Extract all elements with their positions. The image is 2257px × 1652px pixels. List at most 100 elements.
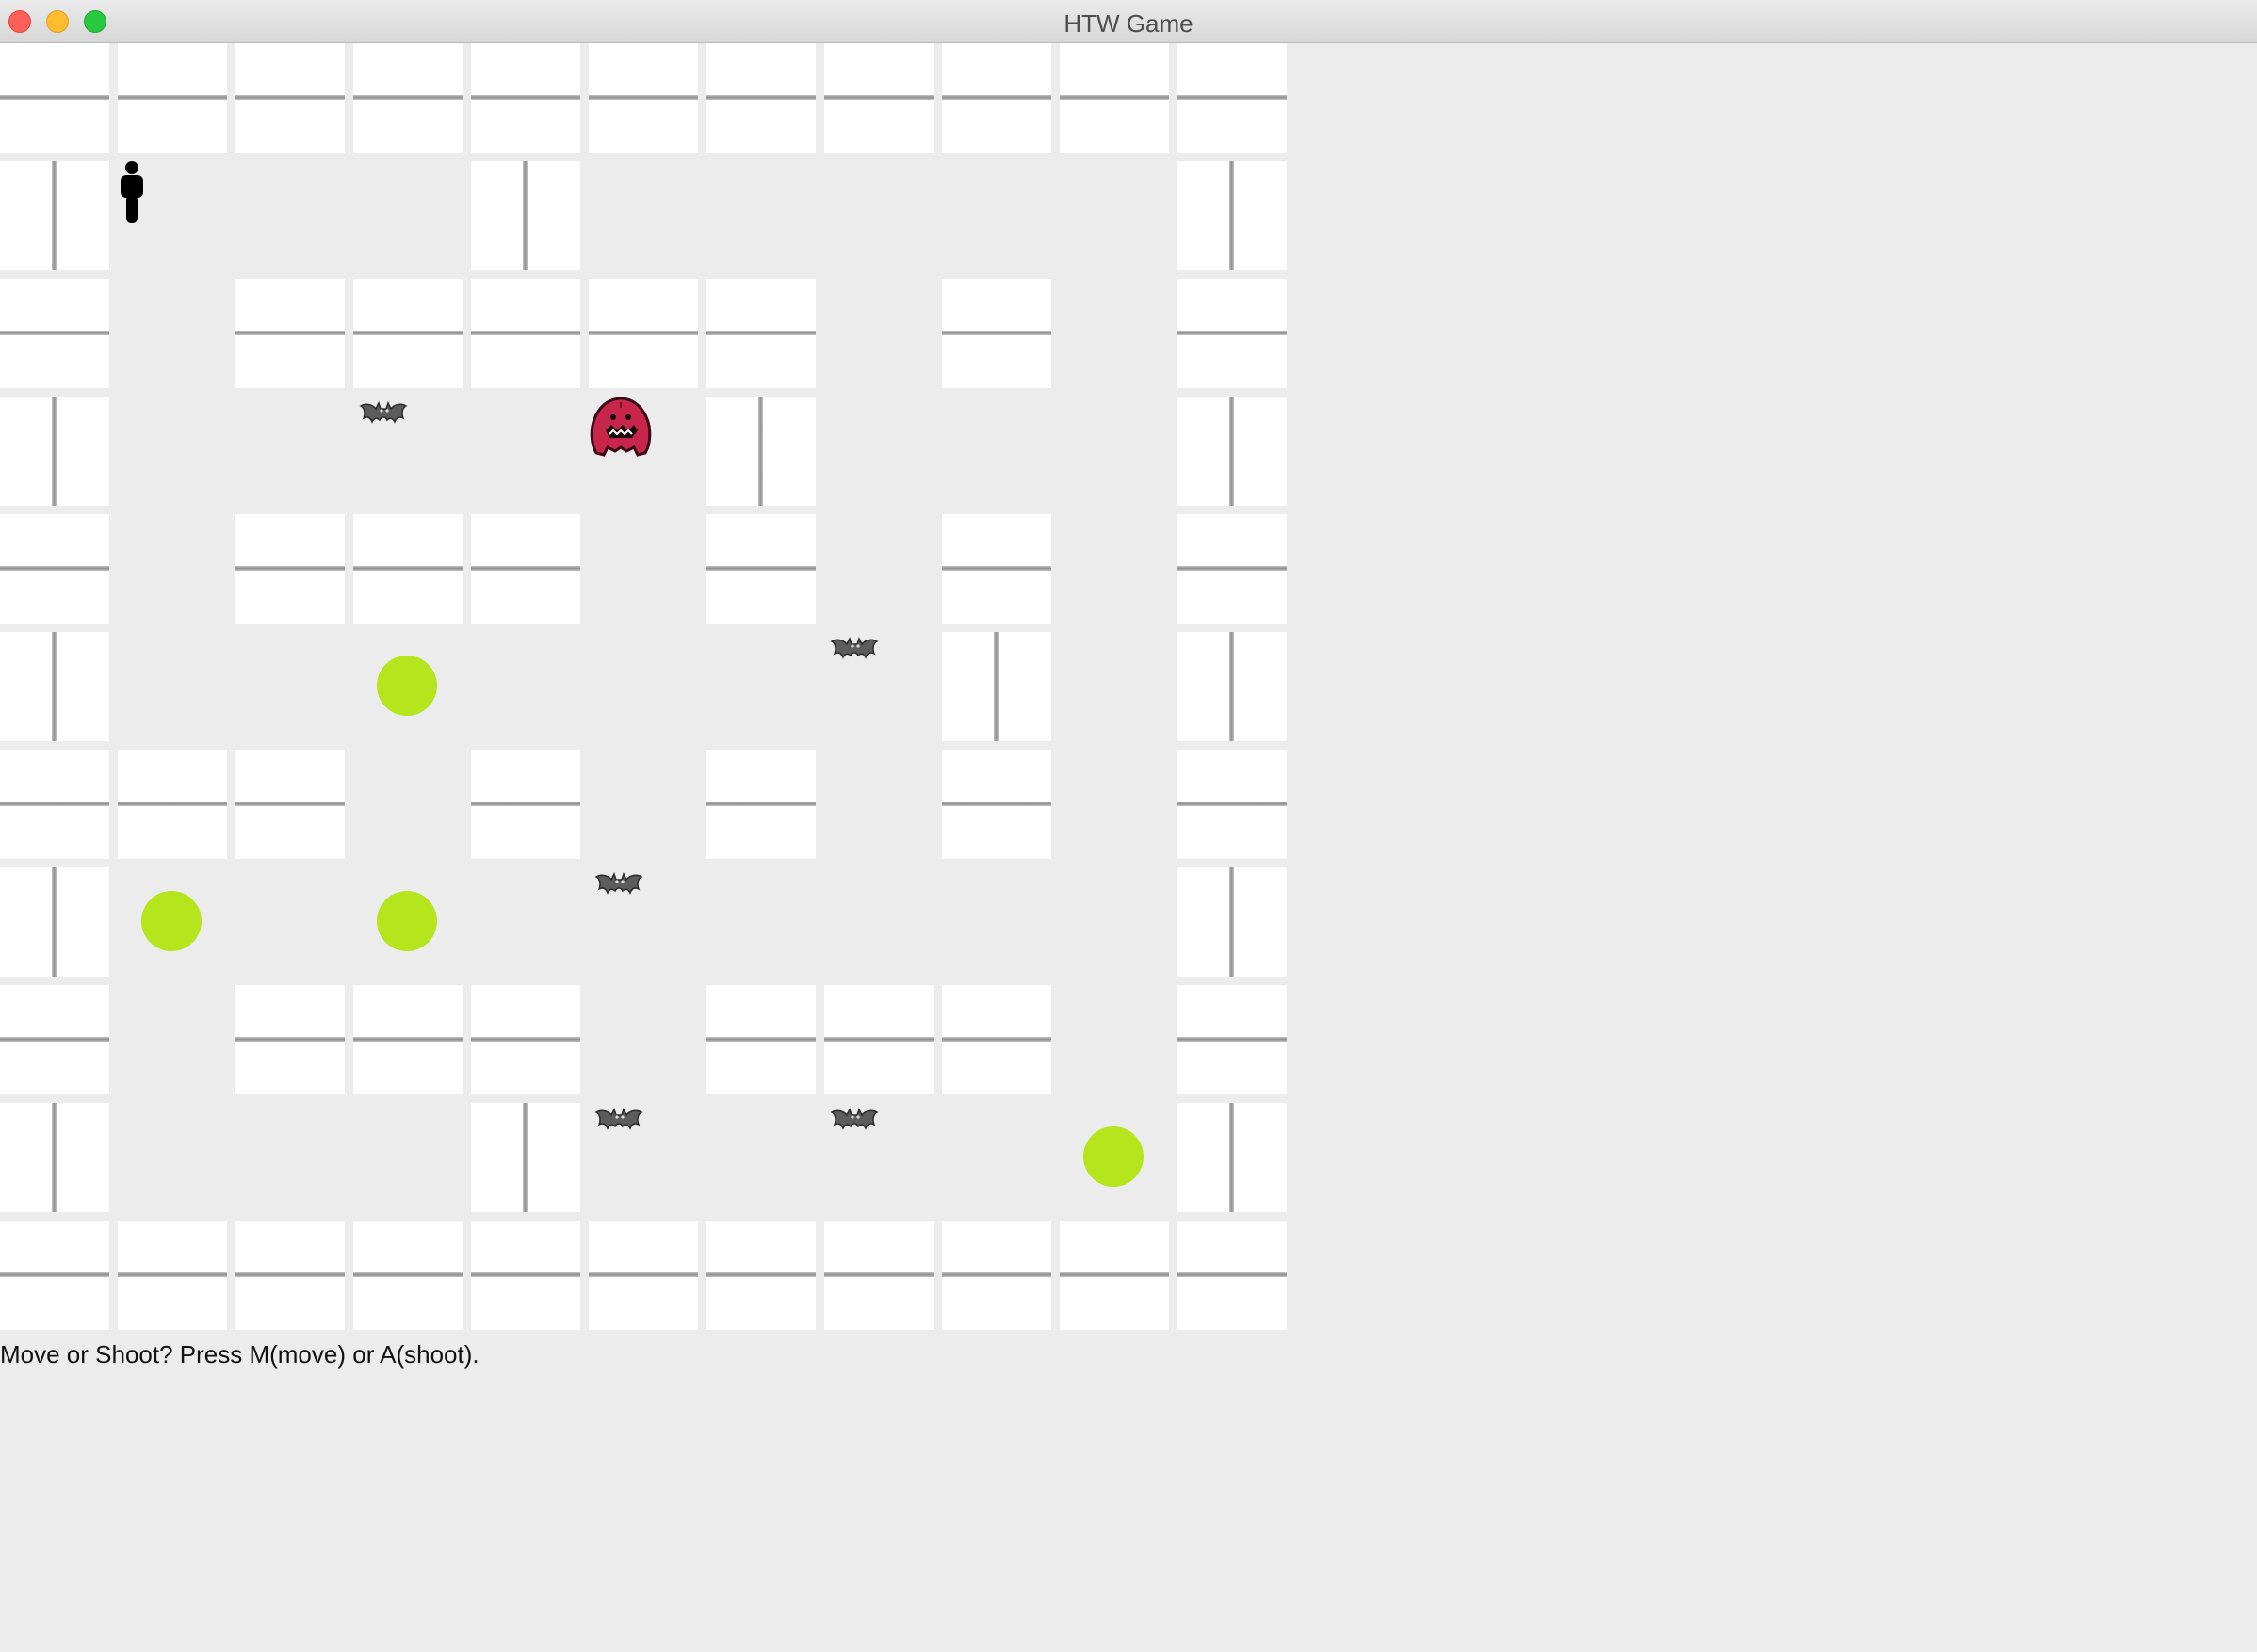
bat-icon: [594, 1108, 643, 1130]
horizontal-wall: [353, 1272, 463, 1277]
wall-tile: [706, 397, 816, 506]
vertical-wall: [1229, 397, 1234, 506]
wall-tile: [706, 985, 816, 1094]
wall-tile: [706, 750, 816, 859]
wall-tile: [824, 43, 934, 153]
horizontal-wall: [1177, 1272, 1287, 1277]
horizontal-wall: [353, 566, 463, 571]
horizontal-wall: [824, 1037, 934, 1042]
horizontal-wall: [235, 566, 345, 571]
horizontal-wall: [0, 331, 109, 335]
wall-tile: [942, 514, 1051, 624]
wall-tile: [235, 985, 345, 1094]
horizontal-wall: [471, 1037, 580, 1042]
horizontal-wall: [589, 1272, 698, 1277]
wall-tile: [0, 161, 109, 270]
wall-tile: [471, 43, 580, 153]
horizontal-wall: [471, 331, 580, 335]
pit-icon: [141, 891, 202, 951]
horizontal-wall: [0, 802, 109, 806]
window-title: HTW Game: [1064, 9, 1193, 38]
horizontal-wall: [942, 331, 1051, 335]
wall-tile: [471, 985, 580, 1094]
wall-tile: [0, 279, 109, 388]
wall-tile: [706, 43, 816, 153]
horizontal-wall: [118, 95, 227, 100]
horizontal-wall: [235, 1037, 345, 1042]
horizontal-wall: [706, 802, 816, 806]
horizontal-wall: [942, 1037, 1051, 1042]
window-titlebar: HTW Game: [0, 0, 2257, 43]
wall-tile: [1177, 397, 1287, 506]
bat-icon: [830, 637, 879, 659]
horizontal-wall: [0, 95, 109, 100]
pit-icon: [377, 891, 437, 951]
wall-tile: [118, 43, 227, 153]
wall-tile: [0, 867, 109, 977]
horizontal-wall: [1177, 566, 1287, 571]
vertical-wall: [994, 632, 999, 741]
horizontal-wall: [942, 566, 1051, 571]
wall-tile: [706, 1221, 816, 1330]
wall-tile: [118, 750, 227, 859]
vertical-wall: [1229, 867, 1234, 977]
horizontal-wall: [471, 1272, 580, 1277]
horizontal-wall: [471, 566, 580, 571]
wall-tile: [1177, 867, 1287, 977]
wall-tile: [353, 1221, 463, 1330]
wall-tile: [235, 279, 345, 388]
horizontal-wall: [1060, 95, 1169, 100]
wall-tile: [0, 397, 109, 506]
empty-content-area: [1295, 43, 2257, 1652]
status-prompt: Move or Shoot? Press M(move) or A(shoot)…: [0, 1340, 479, 1369]
vertical-wall: [523, 1103, 528, 1212]
vertical-wall: [52, 632, 57, 741]
horizontal-wall: [235, 331, 345, 335]
bat-icon: [594, 872, 643, 895]
horizontal-wall: [706, 1272, 816, 1277]
wall-tile: [471, 279, 580, 388]
horizontal-wall: [118, 1272, 227, 1277]
wall-tile: [0, 632, 109, 741]
horizontal-wall: [942, 802, 1051, 806]
horizontal-wall: [824, 95, 934, 100]
vertical-wall: [1229, 632, 1234, 741]
horizontal-wall: [1177, 331, 1287, 335]
wall-tile: [824, 985, 934, 1094]
horizontal-wall: [1060, 1272, 1169, 1277]
wall-tile: [0, 750, 109, 859]
horizontal-wall: [1177, 95, 1287, 100]
wall-tile: [0, 1221, 109, 1330]
horizontal-wall: [942, 95, 1051, 100]
wall-tile: [824, 1221, 934, 1330]
wall-tile: [353, 985, 463, 1094]
horizontal-wall: [589, 95, 698, 100]
wall-tile: [235, 1221, 345, 1330]
pit-icon: [1083, 1126, 1144, 1187]
horizontal-wall: [824, 1272, 934, 1277]
game-board[interactable]: [0, 43, 1295, 1338]
wall-tile: [471, 161, 580, 270]
horizontal-wall: [942, 1272, 1051, 1277]
wall-tile: [1177, 632, 1287, 741]
wall-tile: [1060, 43, 1169, 153]
vertical-wall: [52, 397, 57, 506]
wall-tile: [353, 279, 463, 388]
wall-tile: [235, 514, 345, 624]
bat-icon: [830, 1108, 879, 1130]
wall-tile: [471, 750, 580, 859]
horizontal-wall: [235, 802, 345, 806]
wall-tile: [589, 1221, 698, 1330]
wall-tile: [942, 750, 1051, 859]
wall-tile: [1177, 514, 1287, 624]
horizontal-wall: [706, 331, 816, 335]
wall-tile: [942, 1221, 1051, 1330]
wall-tile: [0, 514, 109, 624]
horizontal-wall: [471, 802, 580, 806]
wall-tile: [1177, 1103, 1287, 1212]
horizontal-wall: [471, 95, 580, 100]
horizontal-wall: [0, 566, 109, 571]
wall-tile: [942, 43, 1051, 153]
horizontal-wall: [353, 95, 463, 100]
horizontal-wall: [589, 331, 698, 335]
